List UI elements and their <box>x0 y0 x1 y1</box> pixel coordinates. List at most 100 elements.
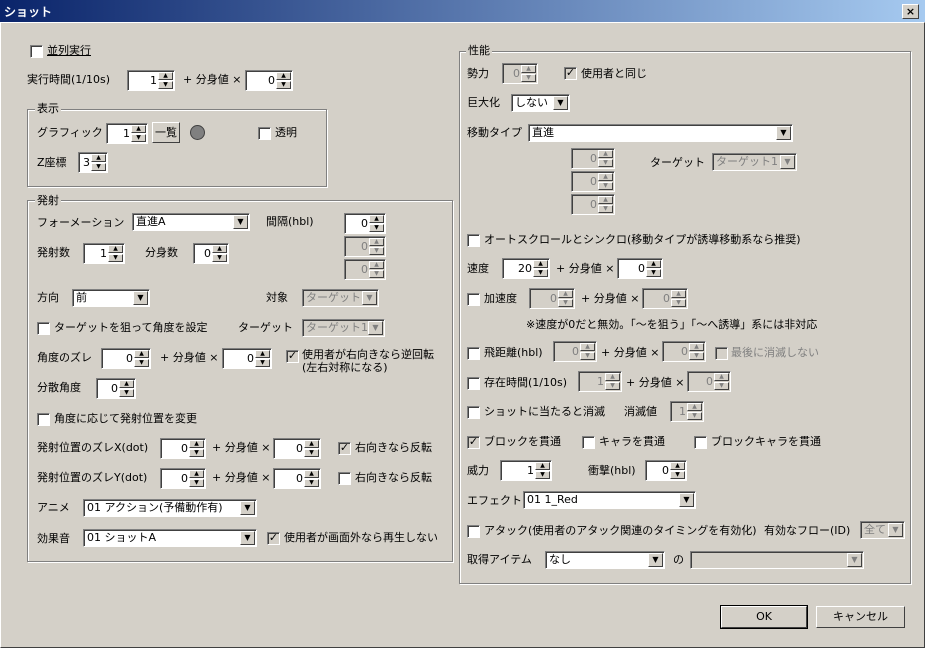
spin-arrows-icon[interactable]: ▲ ▼ <box>119 380 134 397</box>
spin-arrows-icon[interactable]: ▲ ▼ <box>91 154 106 171</box>
move-param2-stepper[interactable]: 0 ▲ ▼ <box>571 171 615 192</box>
split-stepper[interactable]: 0 ▲ ▼ <box>193 243 229 264</box>
graphic-list-button[interactable]: 一覧 <box>152 122 180 143</box>
spin-arrows-icon[interactable]: ▲ ▼ <box>558 290 573 307</box>
spin-arrows-icon[interactable]: ▲ ▼ <box>605 373 620 390</box>
exec-time-stepper[interactable]: 1 ▲ ▼ <box>127 70 175 91</box>
graphic-stepper[interactable]: 1 ▲ ▼ <box>106 123 148 144</box>
spin-arrows-icon[interactable]: ▲ ▼ <box>535 462 550 479</box>
se-select[interactable]: 01 ショットA ▼ <box>83 529 257 547</box>
move-target-select[interactable]: ターゲット1 ▼ <box>712 153 797 171</box>
vanish-value-stepper[interactable]: 1 ▲ ▼ <box>670 401 704 422</box>
chevron-down-icon[interactable]: ▼ <box>776 126 791 140</box>
range-checkbox[interactable] <box>467 347 480 360</box>
spin-arrows-icon[interactable]: ▲ ▼ <box>108 245 123 262</box>
range-stepper[interactable]: 0 ▲ ▼ <box>553 341 597 362</box>
speed-mult-stepper[interactable]: 0 ▲ ▼ <box>617 258 663 279</box>
item-detail-select[interactable]: ▼ <box>690 551 864 569</box>
accel-mult-stepper[interactable]: 0 ▲ ▼ <box>642 288 688 309</box>
item-select[interactable]: なし ▼ <box>545 551 665 569</box>
move-select[interactable]: 直進 ▼ <box>528 124 793 142</box>
posx-mult-stepper[interactable]: 0 ▲ ▼ <box>273 438 321 459</box>
spread-stepper[interactable]: 0 ▲ ▼ <box>96 378 136 399</box>
life-stepper[interactable]: 1 ▲ ▼ <box>578 371 622 392</box>
pierce-block-checkbox[interactable]: ✓ <box>467 436 480 449</box>
ok-button[interactable]: OK <box>720 605 808 629</box>
spin-arrows-icon[interactable]: ▲ ▼ <box>131 125 146 142</box>
chevron-down-icon[interactable]: ▼ <box>780 155 795 169</box>
autoscroll-checkbox[interactable] <box>467 234 480 247</box>
force-stepper[interactable]: 0 ▲ ▼ <box>502 63 538 84</box>
last-vanish-checkbox[interactable] <box>715 347 728 360</box>
attack-checkbox[interactable] <box>467 525 480 538</box>
move-param1-stepper[interactable]: 0 ▲ ▼ <box>571 148 615 169</box>
power-stepper[interactable]: 1 ▲ ▼ <box>500 460 552 481</box>
interval2-stepper[interactable]: 0 ▲ ▼ <box>344 236 386 257</box>
chevron-down-icon[interactable]: ▼ <box>679 493 694 507</box>
spin-arrows-icon[interactable]: ▲ ▼ <box>689 343 704 360</box>
range-mult-stepper[interactable]: 0 ▲ ▼ <box>662 341 706 362</box>
chevron-down-icon[interactable]: ▼ <box>888 523 903 537</box>
chevron-down-icon[interactable]: ▼ <box>553 96 568 110</box>
chevron-down-icon[interactable]: ▼ <box>362 291 377 305</box>
spin-arrows-icon[interactable]: ▲ ▼ <box>304 470 319 487</box>
spin-arrows-icon[interactable]: ▲ ▼ <box>598 173 613 190</box>
spin-arrows-icon[interactable]: ▲ ▼ <box>369 261 384 278</box>
accel-stepper[interactable]: 0 ▲ ▼ <box>529 288 575 309</box>
impact-stepper[interactable]: 0 ▲ ▼ <box>645 460 687 481</box>
posx-stepper[interactable]: 0 ▲ ▼ <box>160 438 206 459</box>
chevron-down-icon[interactable]: ▼ <box>133 291 148 305</box>
spin-arrows-icon[interactable]: ▲ ▼ <box>671 290 686 307</box>
flow-select[interactable]: 全て ▼ <box>860 521 905 539</box>
aim-target-select[interactable]: ターゲット1 ▼ <box>302 319 385 337</box>
pierce-bchara-checkbox[interactable] <box>694 436 707 449</box>
z-stepper[interactable]: 3 ▲ ▼ <box>78 152 108 173</box>
spin-arrows-icon[interactable]: ▲ ▼ <box>598 150 613 167</box>
posy-mult-stepper[interactable]: 0 ▲ ▼ <box>273 468 321 489</box>
spin-arrows-icon[interactable]: ▲ ▼ <box>580 343 595 360</box>
shot-vanish-checkbox[interactable] <box>467 406 480 419</box>
spin-arrows-icon[interactable]: ▲ ▼ <box>670 462 685 479</box>
life-checkbox[interactable] <box>467 377 480 390</box>
spin-arrows-icon[interactable]: ▲ ▼ <box>687 403 702 420</box>
posy-stepper[interactable]: 0 ▲ ▼ <box>160 468 206 489</box>
spin-arrows-icon[interactable]: ▲ ▼ <box>276 72 291 89</box>
parallel-checkbox[interactable] <box>30 45 43 58</box>
aim-checkbox[interactable] <box>37 322 50 335</box>
spin-arrows-icon[interactable]: ▲ ▼ <box>369 215 384 232</box>
chevron-down-icon[interactable]: ▼ <box>847 553 862 567</box>
spin-arrows-icon[interactable]: ▲ ▼ <box>714 373 729 390</box>
target-select[interactable]: ターゲット ▼ <box>302 289 379 307</box>
angle-stepper[interactable]: 0 ▲ ▼ <box>101 348 151 369</box>
spin-arrows-icon[interactable]: ▲ ▼ <box>158 72 173 89</box>
close-icon[interactable]: × <box>902 4 919 19</box>
spin-arrows-icon[interactable]: ▲ ▼ <box>369 238 384 255</box>
spin-arrows-icon[interactable]: ▲ ▼ <box>533 260 548 277</box>
giant-select[interactable]: しない ▼ <box>511 94 570 112</box>
spin-arrows-icon[interactable]: ▲ ▼ <box>189 440 204 457</box>
same-user-checkbox[interactable]: ✓ <box>564 67 577 80</box>
chevron-down-icon[interactable]: ▼ <box>648 553 663 567</box>
exec-mult-stepper[interactable]: 0 ▲ ▼ <box>245 70 293 91</box>
interval-stepper[interactable]: 0 ▲ ▼ <box>344 213 386 234</box>
speed-stepper[interactable]: 20 ▲ ▼ <box>502 258 550 279</box>
spin-arrows-icon[interactable]: ▲ ▼ <box>646 260 661 277</box>
reverse-checkbox[interactable]: ✓ <box>286 350 299 363</box>
spin-arrows-icon[interactable]: ▲ ▼ <box>134 350 149 367</box>
life-mult-stepper[interactable]: 0 ▲ ▼ <box>687 371 731 392</box>
chevron-down-icon[interactable]: ▼ <box>233 215 248 229</box>
effect-select[interactable]: 01 1_Red ▼ <box>523 491 696 509</box>
dir-select[interactable]: 前 ▼ <box>72 289 150 307</box>
transparent-checkbox[interactable] <box>258 127 271 140</box>
accel-checkbox[interactable] <box>467 293 480 306</box>
angle-mult-stepper[interactable]: 0 ▲ ▼ <box>222 348 272 369</box>
interval3-stepper[interactable]: 0 ▲ ▼ <box>344 259 386 280</box>
chevron-down-icon[interactable]: ▼ <box>368 321 383 335</box>
spin-arrows-icon[interactable]: ▲ ▼ <box>212 245 227 262</box>
pierce-chara-checkbox[interactable] <box>582 436 595 449</box>
change-pos-checkbox[interactable] <box>37 413 50 426</box>
formation-select[interactable]: 直進A ▼ <box>132 213 250 231</box>
spin-arrows-icon[interactable]: ▲ ▼ <box>255 350 270 367</box>
spin-arrows-icon[interactable]: ▲ ▼ <box>189 470 204 487</box>
spin-arrows-icon[interactable]: ▲ ▼ <box>598 196 613 213</box>
